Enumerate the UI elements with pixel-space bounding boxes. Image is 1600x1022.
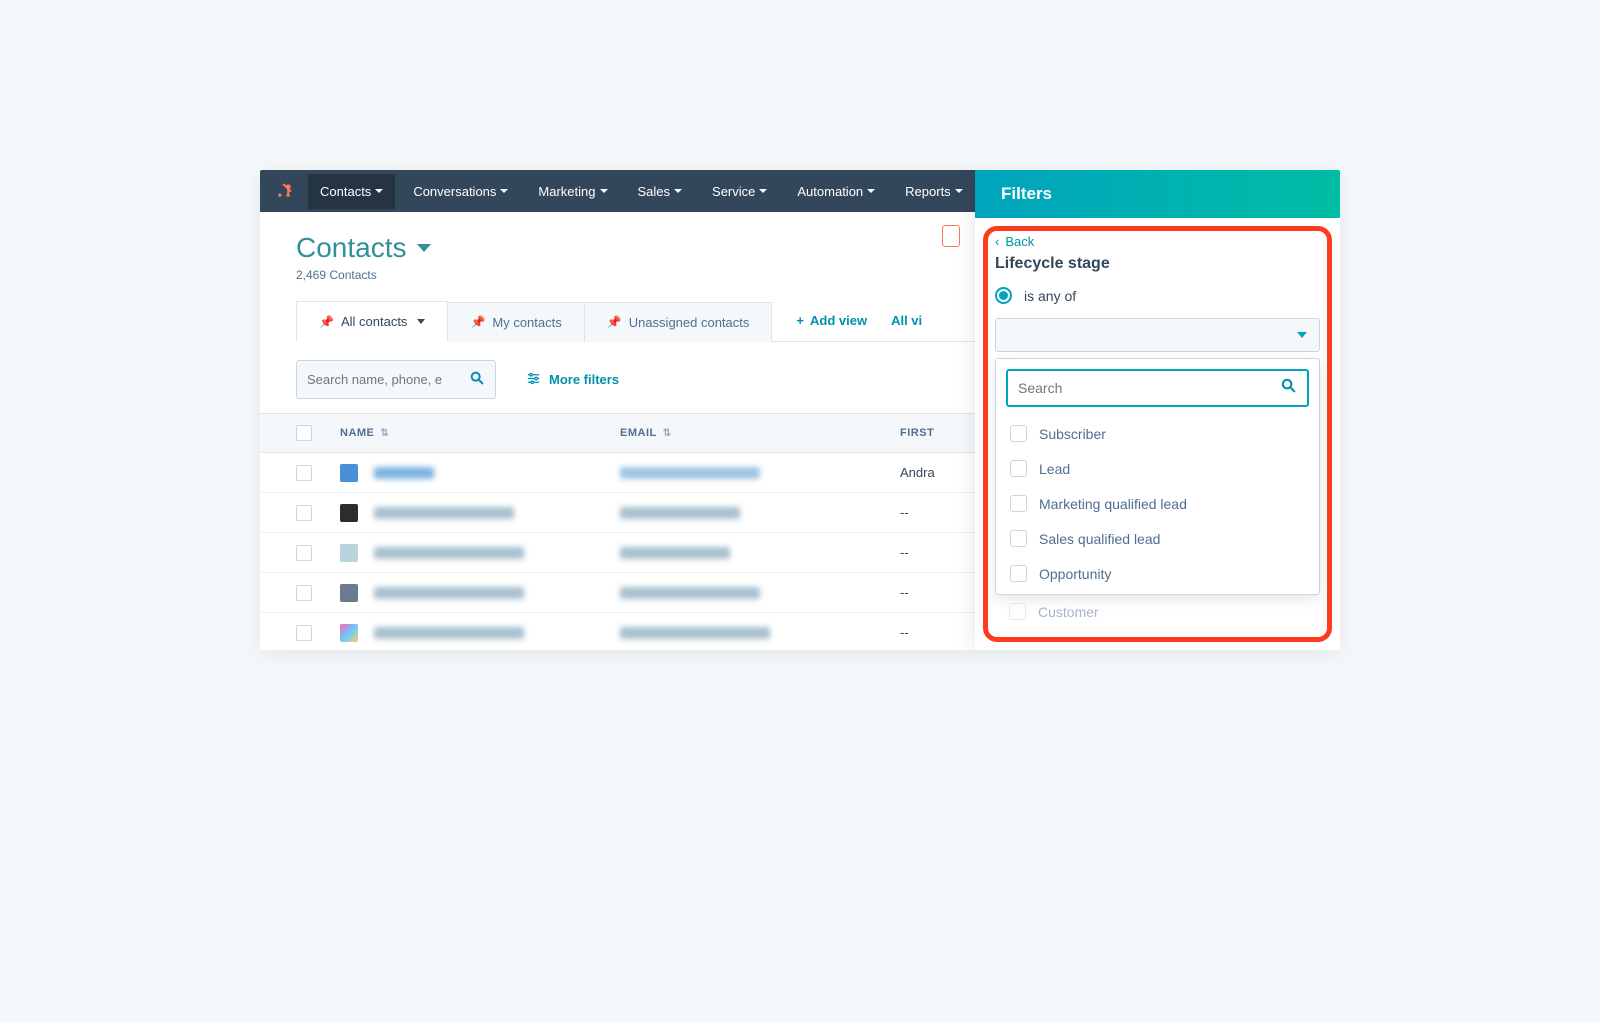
value-select[interactable] xyxy=(995,318,1320,352)
search-icon xyxy=(1280,377,1297,399)
tab-label: Unassigned contacts xyxy=(629,315,750,330)
avatar xyxy=(340,504,358,522)
pin-icon: 📌 xyxy=(607,315,622,329)
avatar xyxy=(340,544,358,562)
dropdown-search[interactable] xyxy=(1006,369,1309,407)
row-checkbox[interactable] xyxy=(296,625,312,641)
panel-header: Filters xyxy=(975,170,1340,218)
row-checkbox[interactable] xyxy=(296,505,312,521)
page-title: Contacts xyxy=(296,232,407,264)
pin-icon: 📌 xyxy=(470,315,485,329)
checkbox[interactable] xyxy=(1010,460,1027,477)
checkbox[interactable] xyxy=(1010,425,1027,442)
option-customer-peek[interactable]: Customer xyxy=(995,595,1320,628)
chevron-down-icon xyxy=(600,189,608,193)
nav-item-contacts[interactable]: Contacts xyxy=(308,174,395,209)
sort-icon: ⇅ xyxy=(663,428,672,439)
sort-icon: ⇅ xyxy=(380,428,389,439)
condition-is-any-of[interactable]: is any of xyxy=(995,287,1320,304)
options-dropdown: Subscriber Lead Marketing qualified lead… xyxy=(995,358,1320,595)
row-checkbox[interactable] xyxy=(296,465,312,481)
checkbox[interactable] xyxy=(1010,530,1027,547)
avatar xyxy=(340,584,358,602)
option-mql[interactable]: Marketing qualified lead xyxy=(1006,487,1309,520)
tab-all-contacts[interactable]: 📌 All contacts xyxy=(296,301,448,342)
avatar xyxy=(340,464,358,482)
nav-item-automation[interactable]: Automation xyxy=(785,174,887,209)
back-button[interactable]: ‹ Back xyxy=(995,234,1320,249)
chevron-down-icon xyxy=(674,189,682,193)
chevron-down-icon xyxy=(500,189,508,193)
search-field[interactable] xyxy=(307,372,461,387)
filter-property-name: Lifecycle stage xyxy=(995,255,1320,273)
option-subscriber[interactable]: Subscriber xyxy=(1006,417,1309,450)
nav-item-service[interactable]: Service xyxy=(700,174,779,209)
chevron-down-icon xyxy=(759,189,767,193)
column-email[interactable]: EMAIL⇅ xyxy=(620,427,900,439)
search-input[interactable] xyxy=(296,360,496,399)
checkbox[interactable] xyxy=(1009,603,1026,620)
dropdown-search-input[interactable] xyxy=(1018,380,1272,396)
avatar xyxy=(340,624,358,642)
chevron-left-icon: ‹ xyxy=(995,234,999,249)
tab-my-contacts[interactable]: 📌 My contacts xyxy=(448,302,584,342)
caret-down-icon xyxy=(417,244,431,252)
select-all-checkbox[interactable] xyxy=(296,425,312,441)
app-window: Contacts Conversations Marketing Sales S… xyxy=(260,170,1340,650)
tab-unassigned-contacts[interactable]: 📌 Unassigned contacts xyxy=(585,302,773,342)
row-checkbox[interactable] xyxy=(296,585,312,601)
nav-item-sales[interactable]: Sales xyxy=(626,174,695,209)
add-view-button[interactable]: + Add view xyxy=(796,313,867,328)
radio-selected-icon xyxy=(995,287,1012,304)
nav-item-reports[interactable]: Reports xyxy=(893,174,975,209)
hubspot-logo-icon xyxy=(272,179,296,203)
nav-item-conversations[interactable]: Conversations xyxy=(401,174,520,209)
checkbox[interactable] xyxy=(1010,495,1027,512)
nav-item-marketing[interactable]: Marketing xyxy=(526,174,619,209)
pin-icon: 📌 xyxy=(319,315,334,329)
chevron-down-icon xyxy=(867,189,875,193)
checkbox[interactable] xyxy=(1010,565,1027,582)
filters-panel: Filters ‹ Back Lifecycle stage is any of xyxy=(975,170,1340,650)
caret-down-icon xyxy=(417,319,425,324)
row-checkbox[interactable] xyxy=(296,545,312,561)
option-lead[interactable]: Lead xyxy=(1006,452,1309,485)
sliders-icon xyxy=(526,371,541,389)
plus-icon: + xyxy=(796,313,804,328)
option-sql[interactable]: Sales qualified lead xyxy=(1006,522,1309,555)
caret-down-icon xyxy=(1297,332,1307,338)
all-views-link[interactable]: All vi xyxy=(891,313,922,328)
chevron-down-icon xyxy=(375,189,383,193)
option-opportunity[interactable]: Opportunity xyxy=(1006,557,1309,590)
tab-label: My contacts xyxy=(492,315,561,330)
chevron-down-icon xyxy=(955,189,963,193)
column-name[interactable]: NAME⇅ xyxy=(340,427,620,439)
search-icon xyxy=(469,370,485,389)
save-view-button[interactable] xyxy=(942,225,960,247)
more-filters-button[interactable]: More filters xyxy=(526,371,619,389)
tab-label: All contacts xyxy=(341,314,407,329)
